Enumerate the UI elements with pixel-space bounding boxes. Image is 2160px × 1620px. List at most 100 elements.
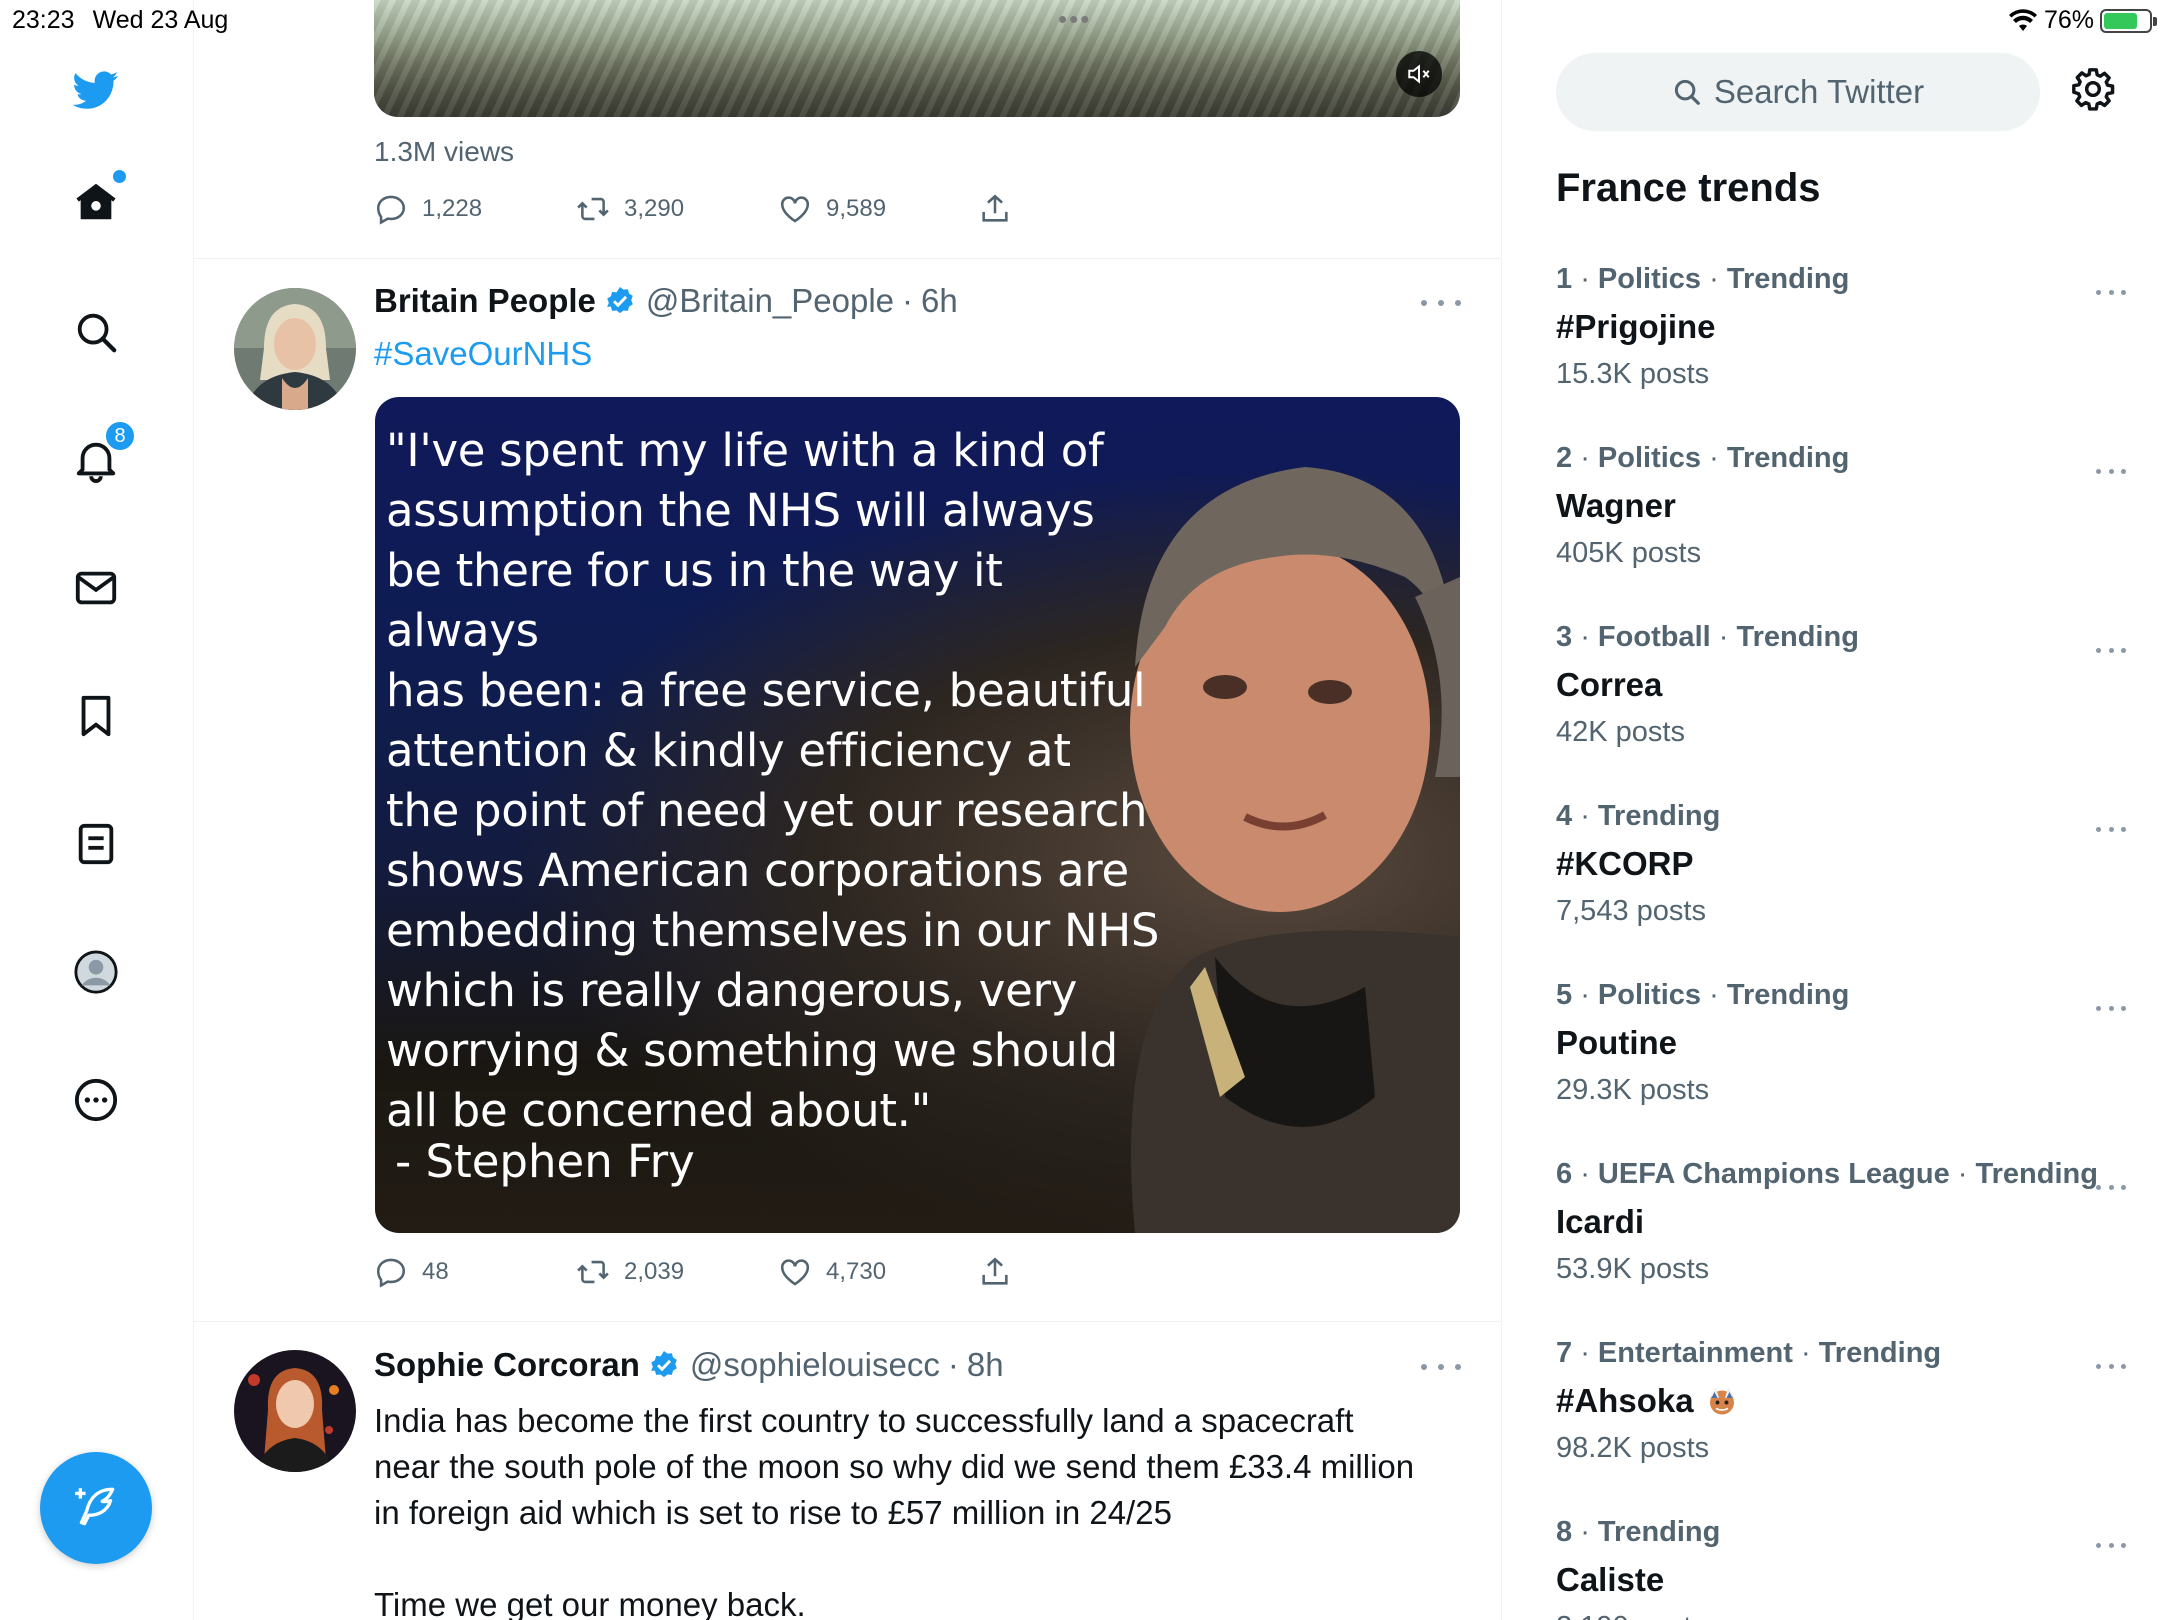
mute-button[interactable] — [1396, 51, 1442, 97]
trend-meta: 4 · Trending — [1556, 800, 1721, 832]
trend-rank: 8 — [1556, 1516, 1573, 1548]
trend-meta: 6 · UEFA Champions League · Trending — [1556, 1158, 2098, 1190]
trend-item[interactable]: 4 · Trending #KCORP 7,543 posts — [1556, 800, 2136, 970]
trend-item[interactable]: 1 · Politics · Trending #Prigojine 15.3K p… — [1556, 263, 2136, 433]
more-icon — [74, 1078, 118, 1122]
nav-more[interactable] — [64, 1068, 128, 1132]
trend-rank: 3 — [1556, 621, 1573, 653]
trend-posts: 29.3K posts — [1556, 1074, 1710, 1106]
author-handle[interactable]: @Britain_People — [646, 282, 894, 320]
trend-rank: 7 — [1556, 1337, 1573, 1369]
trend-label: Trending — [1597, 800, 1721, 832]
avatar-britain-people[interactable] — [234, 288, 356, 410]
like-button[interactable]: 4,730 — [778, 1252, 886, 1292]
trend-meta: 3 · Football · Trending — [1556, 621, 1859, 653]
share-icon — [982, 1257, 1008, 1285]
image-quote-author: - Stephen Fry — [395, 1135, 695, 1188]
trend-meta: 7 · Entertainment · Trending — [1556, 1337, 1942, 1369]
multitasking-dots[interactable]: ••• — [1058, 6, 1091, 32]
trend-more-button[interactable] — [2096, 456, 2126, 486]
trend-topic: Poutine — [1556, 1024, 2136, 1062]
trend-item[interactable]: 2 · Politics · Trending Wagner 405K posts — [1556, 442, 2136, 612]
tweet-hashtag[interactable]: #SaveOurNHS — [374, 335, 592, 373]
nav-profile[interactable] — [64, 940, 128, 1004]
trend-item[interactable]: 5 · Politics · Trending Poutine 29.3K post… — [1556, 979, 2136, 1149]
search-icon — [77, 313, 117, 353]
header-separator: · — [947, 1346, 959, 1383]
bookmark-icon — [81, 695, 111, 737]
status-time-date: 23:23 Wed 23 Aug — [12, 6, 246, 35]
author-name[interactable]: Britain People — [374, 282, 596, 320]
trend-category: Politics — [1597, 263, 1702, 295]
trend-item[interactable]: 8 · Trending Caliste 2,190 posts — [1556, 1516, 2136, 1620]
trend-more-button[interactable] — [2096, 635, 2126, 665]
trend-more-button[interactable] — [2096, 1172, 2126, 1202]
quote-line: be there for us in the way it always — [386, 544, 1003, 657]
trend-more-button[interactable] — [2096, 277, 2126, 307]
trend-category: Entertainment — [1597, 1337, 1793, 1369]
profile-icon — [74, 950, 118, 994]
lists-icon — [78, 823, 114, 865]
tweet-more-button[interactable] — [1421, 288, 1461, 318]
trend-item[interactable]: 6 · UEFA Champions League · Trending Icar… — [1556, 1158, 2136, 1328]
author-handle[interactable]: @sophielouisecc — [690, 1346, 940, 1384]
trend-more-button[interactable] — [2096, 814, 2126, 844]
trend-more-button[interactable] — [2096, 1530, 2126, 1560]
reply-count: 1,228 — [422, 195, 483, 222]
share-button[interactable] — [978, 189, 1012, 229]
twitter-logo-icon[interactable] — [64, 58, 128, 122]
tweet-more-button[interactable] — [1421, 1352, 1461, 1382]
gear-icon — [2072, 68, 2115, 111]
author-name[interactable]: Sophie Corcoran — [374, 1346, 640, 1384]
like-button[interactable]: 9,589 — [778, 189, 886, 229]
tweet-divider — [194, 258, 1501, 259]
trend-more-button[interactable] — [2096, 993, 2126, 1023]
trend-rank: 1 — [1556, 263, 1573, 295]
tweet-time[interactable]: 8h — [967, 1346, 1004, 1384]
status-bar: 23:23 Wed 23 Aug ••• 76% — [0, 0, 2160, 40]
avatar-photo — [234, 288, 356, 410]
retweet-button[interactable]: 3,290 — [576, 189, 684, 229]
settings-button[interactable] — [2070, 66, 2120, 116]
compose-tweet-button[interactable] — [40, 1452, 152, 1564]
compose-feather-icon — [75, 1487, 115, 1526]
nav-home[interactable] — [64, 170, 128, 234]
trend-rank: 5 — [1556, 979, 1573, 1011]
trend-category: UEFA Champions League — [1597, 1158, 1950, 1190]
trend-more-button[interactable] — [2096, 1351, 2126, 1381]
notifications-badge: 8 — [104, 420, 136, 452]
nav-explore[interactable] — [64, 300, 128, 364]
trend-category: Politics — [1597, 979, 1702, 1011]
retweet-icon — [577, 1260, 609, 1284]
trend-item[interactable]: 7 · Entertainment · Trending #Ahsoka 98.2K… — [1556, 1337, 2136, 1507]
tweet-image[interactable]: "I've spent my life with a kind of assum… — [375, 397, 1460, 1233]
nav-lists[interactable] — [64, 812, 128, 876]
trend-category: Football — [1597, 621, 1711, 653]
status-date: Wed 23 Aug — [92, 6, 229, 34]
tweet-header-britain: Britain People @Britain_People · 6h — [374, 282, 958, 320]
trend-topic: Wagner — [1556, 487, 2136, 525]
share-button[interactable] — [978, 1252, 1012, 1292]
tweet-views: 1.3M views — [374, 136, 515, 167]
trend-rank: 6 — [1556, 1158, 1573, 1190]
trend-topic-text: Caliste — [1556, 1561, 1665, 1598]
trend-posts: 53.9K posts — [1556, 1253, 1710, 1285]
quote-line: worrying & something we should — [386, 1024, 1118, 1077]
trend-rank: 4 — [1556, 800, 1573, 832]
avatar-sophie-corcoran[interactable] — [234, 1350, 356, 1472]
retweet-button[interactable]: 2,039 — [576, 1252, 684, 1292]
trend-posts: 2,190 posts — [1556, 1611, 2136, 1620]
nav-notifications[interactable]: 8 — [64, 420, 136, 492]
home-icon — [76, 183, 116, 220]
share-icon — [982, 194, 1008, 222]
tweet-text-line: Time we get our money back. — [374, 1586, 806, 1620]
trend-topic-text: Wagner — [1556, 487, 1676, 524]
search-input[interactable]: Search Twitter — [1556, 53, 2040, 131]
trend-item[interactable]: 3 · Football · Trending Correa 42K posts — [1556, 621, 2136, 791]
nav-bookmarks[interactable] — [64, 684, 128, 748]
reply-button[interactable]: 48 — [374, 1252, 449, 1292]
tweet-time[interactable]: 6h — [921, 282, 958, 320]
reply-button[interactable]: 1,228 — [374, 189, 482, 229]
trend-meta: 8 · Trending — [1556, 1516, 1721, 1548]
nav-messages[interactable] — [64, 556, 128, 620]
